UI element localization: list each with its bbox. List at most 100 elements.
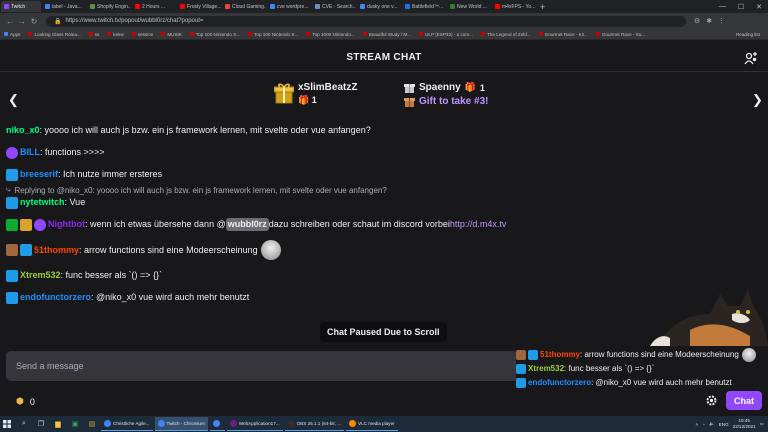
chat-badge-icon[interactable] xyxy=(34,218,46,231)
language-indicator[interactable]: ENG xyxy=(719,422,729,427)
taskbar-app[interactable]: Twitch - Chromium xyxy=(154,417,208,431)
chat-message[interactable]: BILL: functions >>>> xyxy=(6,146,756,159)
taskbar-app[interactable] xyxy=(209,417,225,431)
chat-username[interactable]: endofunctorzero xyxy=(20,291,91,304)
app-icon[interactable]: ▤ xyxy=(85,418,99,430)
bookmark-item[interactable]: The Legend of Zeld... xyxy=(481,32,531,37)
back-icon[interactable]: ← xyxy=(4,17,16,26)
bookmark-item[interactable]: Top 1000 Nintendo... xyxy=(306,32,355,37)
bookmark-item[interactable]: Beautiful Study / M... xyxy=(362,32,411,37)
browser-tab[interactable]: New World ... xyxy=(447,1,491,12)
browser-tab[interactable]: Cloud Gaming... xyxy=(222,1,266,12)
chat-username[interactable]: Nightbot xyxy=(48,218,85,231)
tab-favicon-icon xyxy=(315,4,320,9)
chat-message[interactable]: 51thommy: arrow functions sind eine Mode… xyxy=(6,240,756,260)
chat-username[interactable]: 51thommy xyxy=(34,244,79,257)
bookmark-item[interactable]: ss xyxy=(88,32,99,37)
chat-message[interactable]: nytetwitch: Vue xyxy=(6,196,756,209)
chat-username[interactable]: BILL xyxy=(20,146,40,159)
taskbar-app[interactable]: WebApplication17... xyxy=(226,417,283,431)
chat-link[interactable]: http://d.m4x.tv xyxy=(450,218,507,231)
bookmark-item[interactable]: Apps xyxy=(4,32,20,37)
new-tab-button[interactable]: + xyxy=(540,2,545,12)
clock[interactable]: 18:45 22/12/2021 xyxy=(733,418,756,430)
file-explorer-icon[interactable]: ▆ xyxy=(51,418,65,430)
chat-emote[interactable] xyxy=(260,240,281,260)
reload-icon[interactable]: ↻ xyxy=(28,17,40,26)
taskbar-app[interactable]: VLC media player xyxy=(346,417,398,431)
chat-badge-icon[interactable] xyxy=(20,218,32,231)
chat-message[interactable]: niko_x0: yoooo ich will auch js bzw. ein… xyxy=(6,124,756,137)
browser-tab[interactable]: 2 Hours ... xyxy=(132,1,176,12)
search-icon[interactable]: ⌕ xyxy=(17,418,31,430)
forward-icon[interactable]: → xyxy=(16,17,28,26)
chat-message[interactable]: Xtrem532: func besser als `() => {}` xyxy=(6,269,756,282)
taskbar-app[interactable]: Christliche Agile... xyxy=(101,417,153,431)
chat-send-button[interactable]: Chat xyxy=(726,391,762,410)
browser-tab[interactable]: Frosty Village... xyxy=(177,1,221,12)
tab-label: label - Java... xyxy=(52,3,82,10)
channel-points[interactable]: ⬢ 0 xyxy=(16,396,35,407)
browser-tab[interactable]: label - Java... xyxy=(42,1,86,12)
url-field[interactable]: 🔒 https://www.twitch.tv/popout/wubbl0rz/… xyxy=(46,15,686,27)
browser-tab[interactable]: dusky one v... xyxy=(357,1,401,12)
chat-message[interactable]: endofunctorzero: @niko_x0 vue wird auch … xyxy=(6,291,756,304)
bookmark-item[interactable]: Top 100 Nintendo S... xyxy=(248,32,298,37)
browser-tab[interactable]: CVE - Search... xyxy=(312,1,356,12)
url-text: https://www.twitch.tv/popout/wubbl0rz/ch… xyxy=(65,18,204,24)
chat-badge-icon[interactable] xyxy=(6,168,18,181)
reading-list[interactable]: Reading list xyxy=(736,32,760,37)
bookmark-item[interactable]: Top 100 Nintendo S... xyxy=(189,32,240,37)
browser-tab[interactable]: m4xFPS - Yo... xyxy=(492,1,536,12)
browser-tab[interactable]: Shopify Engin... xyxy=(87,1,131,12)
menu-icon[interactable]: ⋮ xyxy=(718,17,725,25)
bookmark-item[interactable]: ULP (ESP32) - a com... xyxy=(419,32,473,37)
browser-tab[interactable]: Battlefield™... xyxy=(402,1,446,12)
chat-badge-icon[interactable] xyxy=(6,218,18,231)
bookmark-item[interactable]: session xyxy=(131,32,153,37)
close-icon[interactable]: ✕ xyxy=(756,3,762,11)
bookmark-item[interactable]: Looking Glass Relea... xyxy=(28,32,81,37)
chat-mention[interactable]: wubbl0rz xyxy=(225,218,269,231)
chat-username[interactable]: Xtrem532 xyxy=(20,269,61,282)
bookmark-item[interactable]: Gourmet Race - Su... xyxy=(595,32,645,37)
chat-badge-icon[interactable] xyxy=(6,244,18,256)
volume-icon[interactable]: 🔈 xyxy=(709,421,715,427)
task-view-icon[interactable]: ❐ xyxy=(34,418,48,430)
chat-username[interactable]: nytetwitch xyxy=(20,196,65,209)
maximize-icon[interactable]: ☐ xyxy=(738,3,744,11)
bookmark-item[interactable]: MUSIK xyxy=(161,32,182,37)
excel-icon[interactable]: ▣ xyxy=(68,418,82,430)
bookmark-item[interactable]: kekw xyxy=(107,32,124,37)
notification-icon[interactable]: ▭ xyxy=(760,421,764,427)
chat-message[interactable]: Nightbot: wenn ich etwas übersehe dann @… xyxy=(6,218,756,231)
taskbar-app[interactable]: OBS 26.1.1 (64-bit, ... xyxy=(284,417,345,431)
tray-chevron-icon[interactable]: ˄ xyxy=(695,422,698,427)
bookmark-item[interactable]: Gourmet Race - Kir... xyxy=(538,32,588,37)
users-icon[interactable] xyxy=(744,52,758,66)
browser-tab[interactable]: Twitch xyxy=(1,1,41,12)
tab-label: Shopify Engin... xyxy=(97,3,131,10)
chat-input[interactable]: Send a message xyxy=(6,351,518,381)
chat-badge-icon[interactable] xyxy=(6,196,18,209)
chevron-left-icon[interactable]: ❮ xyxy=(8,92,19,108)
chat-paused-banner[interactable]: Chat Paused Due to Scroll xyxy=(320,322,447,342)
chat-badge-icon[interactable] xyxy=(6,146,18,159)
chat-badge-icon[interactable] xyxy=(6,269,18,282)
settings-icon[interactable] xyxy=(705,394,718,407)
tab-favicon-icon xyxy=(4,4,9,9)
minimize-icon[interactable]: — xyxy=(719,3,726,11)
chat-username[interactable]: niko_x0 xyxy=(6,124,40,137)
extension-icon[interactable]: ⚙ xyxy=(694,17,700,25)
windows-start-icon[interactable] xyxy=(0,416,14,432)
chat-message[interactable]: breeserif: Ich nutze immer ersteres xyxy=(6,168,756,181)
chat-username[interactable]: breeserif xyxy=(20,168,58,181)
chat-badge-icon[interactable] xyxy=(6,291,18,304)
chat-badge-icon[interactable] xyxy=(20,244,32,256)
gift-cta[interactable]: Gift to take #3! xyxy=(419,96,488,107)
network-icon[interactable]: ◔ xyxy=(702,422,705,427)
chevron-right-icon[interactable]: ❯ xyxy=(752,92,763,108)
puzzle-icon[interactable]: ✱ xyxy=(706,17,712,25)
reply-context[interactable]: ⤷ Replying to @niko_x0: yoooo ich will au… xyxy=(6,185,756,195)
browser-tab[interactable]: cve wordpre... xyxy=(267,1,311,12)
